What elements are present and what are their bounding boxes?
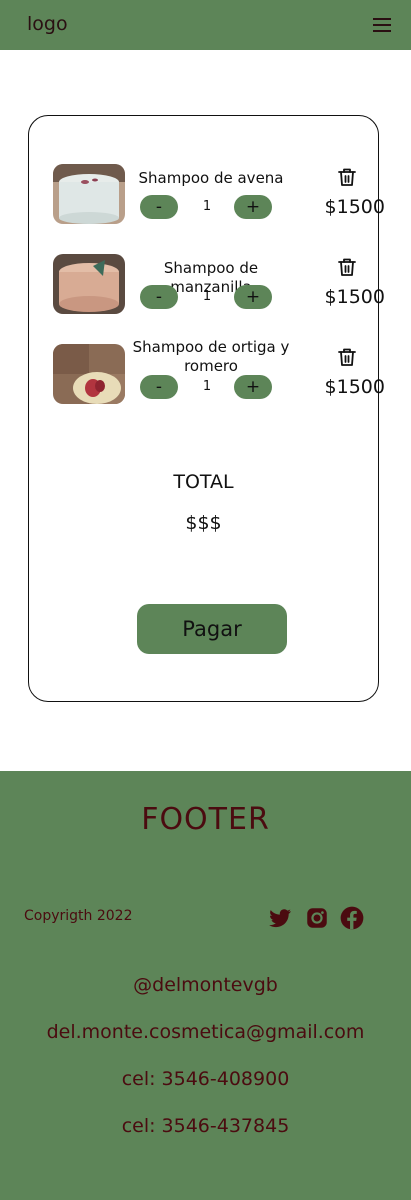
email-link[interactable]: del.monte.cosmetica@gmail.com: [0, 1021, 411, 1043]
trash-icon[interactable]: [336, 256, 358, 278]
facebook-icon[interactable]: [339, 905, 365, 931]
trash-icon[interactable]: [336, 166, 358, 188]
hamburger-menu-icon[interactable]: [372, 15, 392, 35]
quantity-value: 1: [202, 199, 212, 214]
increase-quantity-button[interactable]: +: [234, 375, 272, 399]
product-price: $1500: [324, 376, 385, 398]
increase-quantity-button[interactable]: +: [234, 195, 272, 219]
cart-item: Shampoo de avena - 1 + $1500: [53, 164, 385, 224]
decrease-quantity-button[interactable]: -: [140, 195, 178, 219]
total-value: $$$: [185, 512, 222, 534]
trash-icon[interactable]: [336, 346, 358, 368]
logo[interactable]: logo: [27, 13, 68, 35]
product-thumbnail: [53, 254, 125, 314]
decrease-quantity-button[interactable]: -: [140, 375, 178, 399]
quantity-value: 1: [202, 289, 212, 304]
phone-number-1: cel: 3546-408900: [121, 1068, 290, 1090]
copyright-text: Copyrigth 2022: [24, 908, 133, 924]
cart-item: Shampoo de manzanilla - 1 + $1500: [53, 254, 385, 314]
product-name: Shampoo de avena: [138, 169, 284, 187]
pay-button[interactable]: Pagar: [137, 604, 287, 654]
product-thumbnail: [53, 344, 125, 404]
social-handle-link[interactable]: @delmontevgb: [0, 974, 411, 996]
product-thumbnail: [53, 164, 125, 224]
increase-quantity-button[interactable]: +: [234, 285, 272, 309]
instagram-icon[interactable]: [304, 905, 330, 931]
phone-number-2: cel: 3546-437845: [121, 1115, 290, 1137]
cart-panel: Shampoo de avena - 1 + $1500 Shampoo de …: [28, 115, 385, 702]
product-name: Shampoo de ortiga y romero: [132, 338, 290, 375]
footer: FOOTER Copyrigth 2022 @delmontevgb del.m…: [0, 771, 411, 1200]
product-price: $1500: [324, 286, 385, 308]
twitter-icon[interactable]: [267, 905, 293, 931]
product-price: $1500: [324, 196, 385, 218]
footer-title: FOOTER: [141, 802, 270, 837]
total-label: TOTAL: [173, 471, 234, 493]
cart-item: Shampoo de ortiga y romero - 1 + $1500: [53, 338, 385, 404]
decrease-quantity-button[interactable]: -: [140, 285, 178, 309]
top-bar: logo: [0, 0, 411, 50]
quantity-value: 1: [202, 379, 212, 394]
